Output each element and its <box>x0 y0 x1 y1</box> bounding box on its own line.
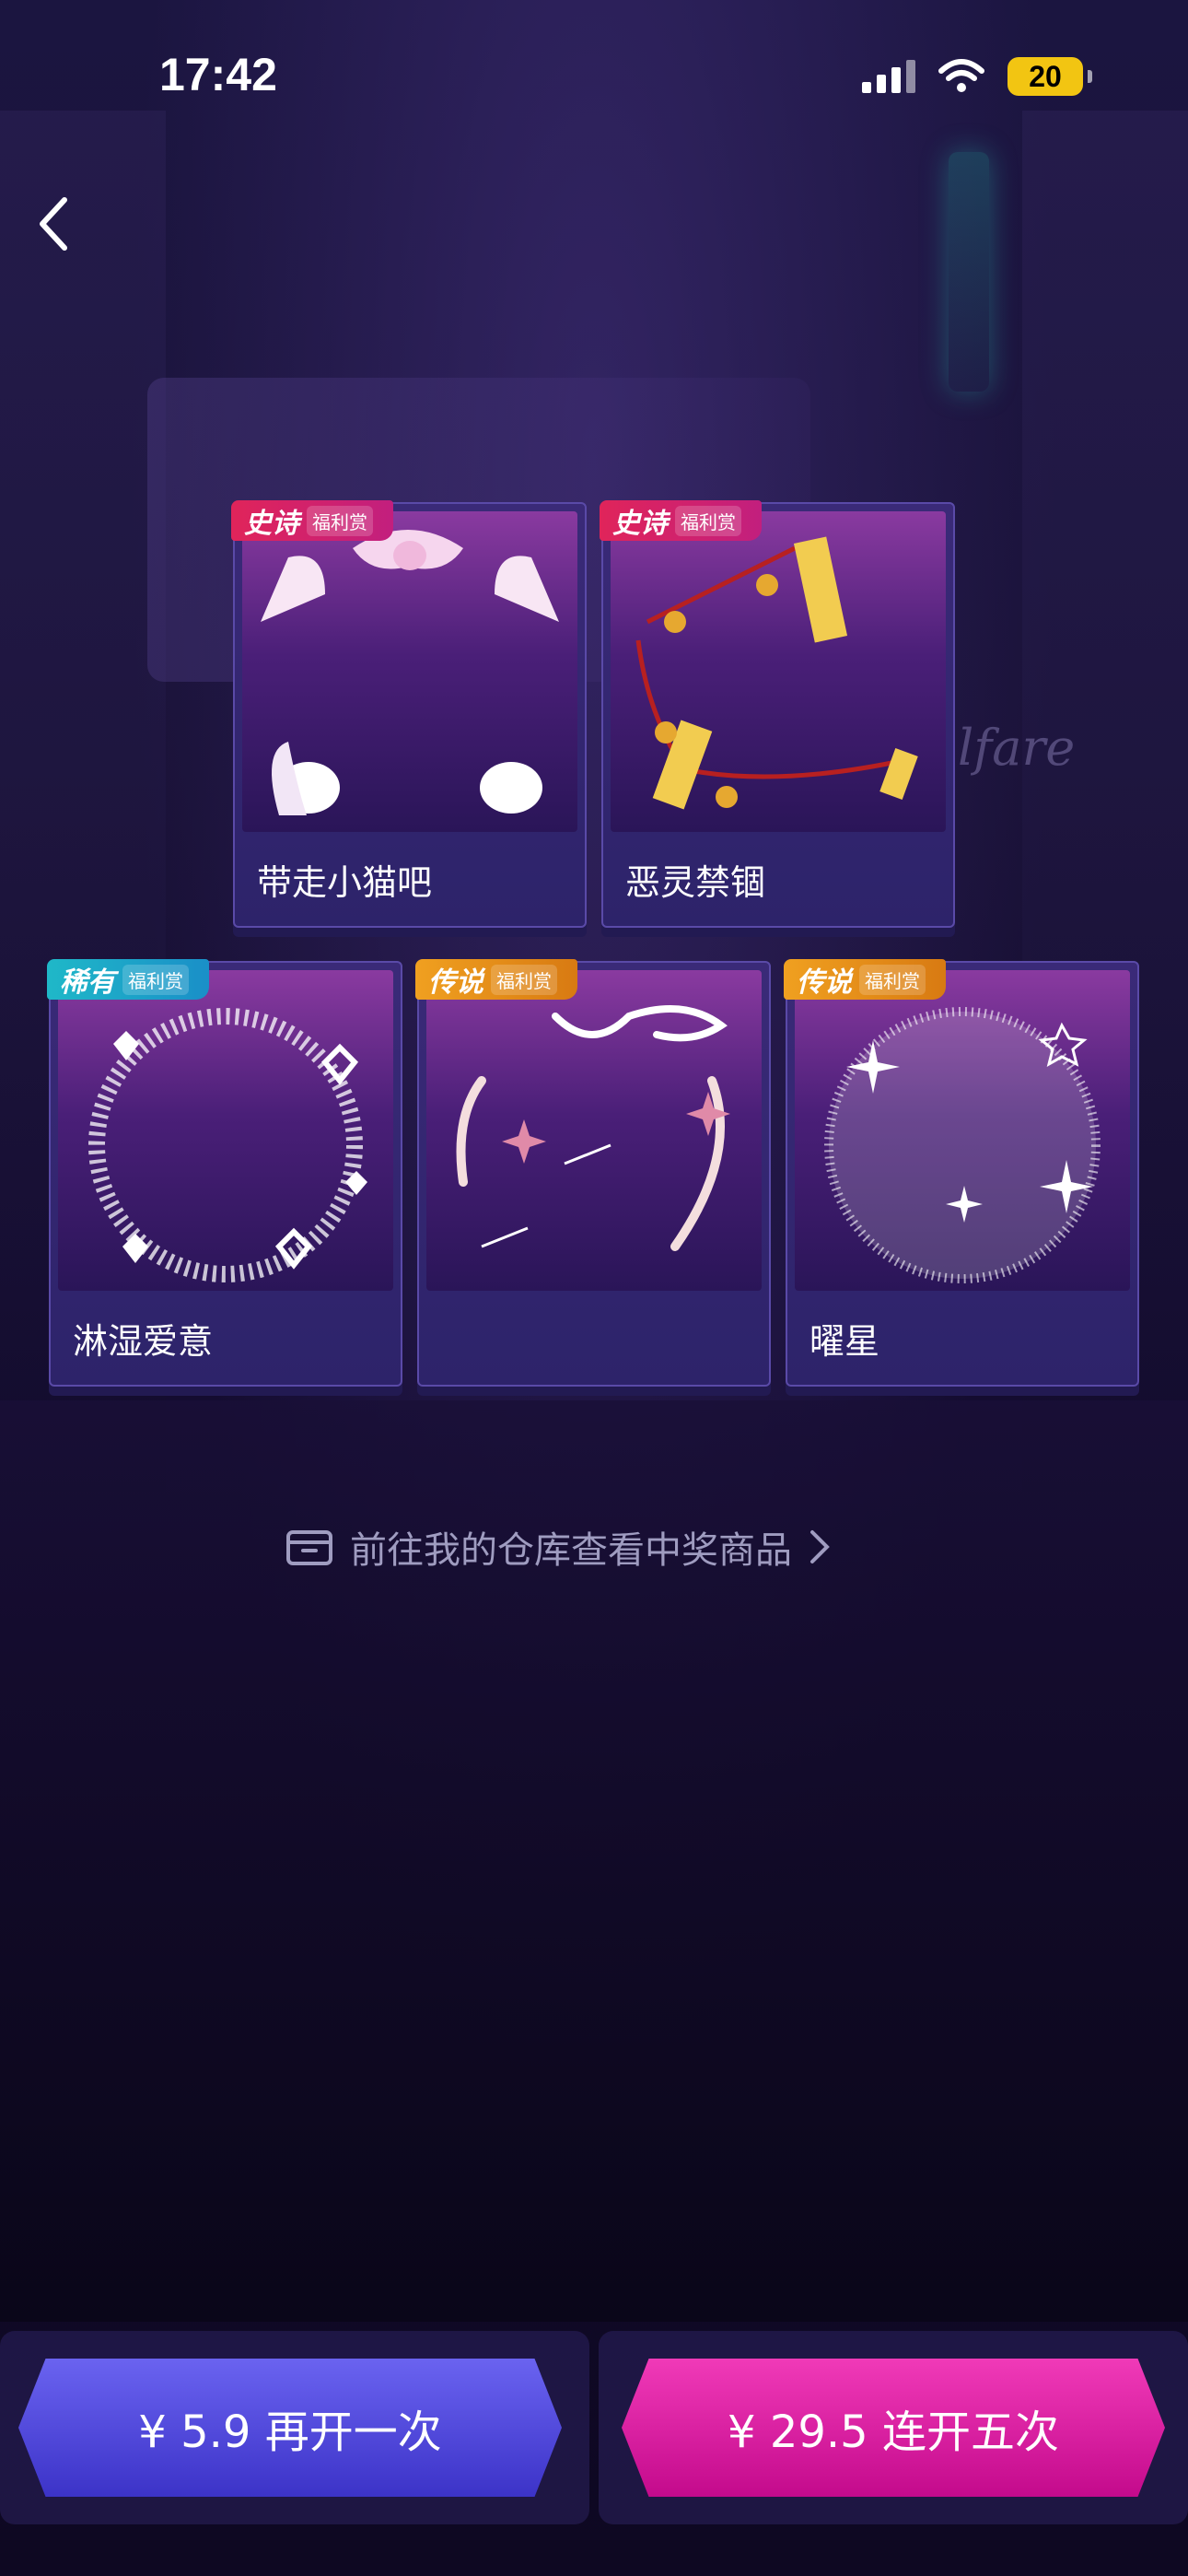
prize-art <box>58 970 393 1291</box>
rarity-badge: 稀有 福利赏 <box>47 959 209 1000</box>
warehouse-link-text: 前往我的仓库查看中奖商品 <box>350 1529 792 1572</box>
prize-art <box>242 511 577 832</box>
prize-name: 淋湿爱意 <box>73 1321 214 1362</box>
open-once-button[interactable]: ¥ 5.9 再开一次 <box>18 2359 562 2497</box>
rarity-badge: 史诗 福利赏 <box>231 500 393 541</box>
prize-art <box>426 970 762 1291</box>
warehouse-link[interactable]: 前往我的仓库查看中奖商品 <box>285 1520 831 1574</box>
prize-card-5[interactable]: 传说 福利赏 曜星 <box>784 959 1139 1387</box>
prize-card-1[interactable]: 史诗 福利赏 带走小猫吧 <box>231 500 587 928</box>
prize-card-2[interactable]: 史诗 福利赏 恶灵禁锢 <box>600 500 955 928</box>
neon-sign-decor <box>949 152 989 392</box>
prize-name: 曜星 <box>809 1321 880 1362</box>
chevron-right-icon <box>810 1530 830 1563</box>
battery-icon: 20 <box>1007 57 1092 96</box>
wifi-icon <box>938 59 984 92</box>
open-five-button[interactable]: ¥ 29.5 连开五次 <box>622 2359 1165 2497</box>
prize-card-3[interactable]: 稀有 福利赏 淋湿爱意 <box>47 959 402 1387</box>
rarity-badge: 传说 福利赏 <box>784 959 946 1000</box>
prize-art <box>795 970 1130 1291</box>
prize-name: 恶灵禁锢 <box>625 862 766 903</box>
background-script-text: lfare <box>958 719 1076 777</box>
prize-card-4[interactable]: 传说 福利赏 <box>415 959 771 1387</box>
rarity-badge: 史诗 福利赏 <box>600 500 762 541</box>
rarity-badge: 传说 福利赏 <box>415 959 577 1000</box>
status-time: 17:42 <box>159 49 277 100</box>
signal-icon <box>862 60 915 93</box>
back-button[interactable] <box>26 192 81 256</box>
prize-name: 带走小猫吧 <box>257 862 433 903</box>
status-icons: 20 <box>862 57 1092 96</box>
prize-art <box>611 511 946 832</box>
box-icon <box>286 1530 332 1565</box>
back-arrow-icon <box>40 197 67 251</box>
